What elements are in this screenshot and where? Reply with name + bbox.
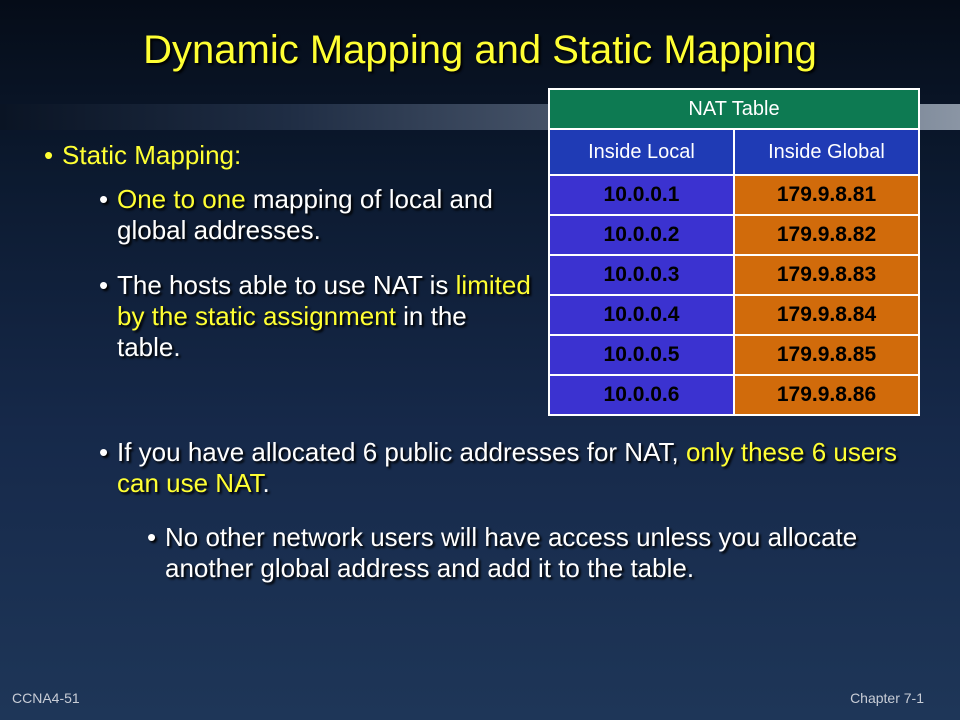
inside-local-cell: 10.0.0.2 <box>548 214 735 256</box>
nat-table-title: NAT Table <box>548 88 920 130</box>
table-row: 10.0.0.2 179.9.8.82 <box>548 214 920 256</box>
inside-global-cell: 179.9.8.85 <box>733 334 920 376</box>
bullet-text: Static Mapping: <box>62 140 242 170</box>
bullet-highlight: One to one <box>117 184 246 214</box>
bullet-six-public-addresses: • If you have allocated 6 public address… <box>99 437 917 499</box>
table-row: 10.0.0.3 179.9.8.83 <box>548 254 920 296</box>
inside-global-cell: 179.9.8.86 <box>733 374 920 416</box>
bullet-dot: • <box>147 522 157 552</box>
slide-title: Dynamic Mapping and Static Mapping <box>143 28 817 72</box>
inside-global-cell: 179.9.8.82 <box>733 214 920 256</box>
bullet-static-mapping: • Static Mapping: <box>44 140 482 171</box>
table-row: 10.0.0.6 179.9.8.86 <box>548 374 920 416</box>
nat-table: NAT Table Inside Local Inside Global 10.… <box>548 88 920 416</box>
table-row: 10.0.0.1 179.9.8.81 <box>548 174 920 216</box>
nat-header-inside-global: Inside Global <box>733 128 920 176</box>
table-row: 10.0.0.4 179.9.8.84 <box>548 294 920 336</box>
inside-local-cell: 10.0.0.3 <box>548 254 735 296</box>
bullet-dot: • <box>99 270 109 300</box>
bullet-no-other-users: • No other network users will have acces… <box>147 522 925 584</box>
table-row: 10.0.0.5 179.9.8.85 <box>548 334 920 376</box>
bullet-one-to-one: • One to one mapping of local and global… <box>99 184 537 246</box>
bullet-text: No other network users will have access … <box>165 522 858 583</box>
inside-local-cell: 10.0.0.5 <box>548 334 735 376</box>
bullet-text-start: The hosts able to use NAT is <box>117 270 456 300</box>
bullet-text-start: If you have allocated 6 public addresses… <box>117 437 686 467</box>
inside-global-cell: 179.9.8.81 <box>733 174 920 216</box>
bullet-dot: • <box>44 140 54 170</box>
footer-course-code: CCNA4-51 <box>12 690 80 706</box>
nat-header-inside-local: Inside Local <box>548 128 735 176</box>
bullet-text: . <box>262 468 270 498</box>
inside-global-cell: 179.9.8.84 <box>733 294 920 336</box>
inside-local-cell: 10.0.0.6 <box>548 374 735 416</box>
inside-local-cell: 10.0.0.1 <box>548 174 735 216</box>
inside-local-cell: 10.0.0.4 <box>548 294 735 336</box>
bullet-dot: • <box>99 184 109 214</box>
bullet-dot: • <box>99 437 109 467</box>
footer-chapter: Chapter 7-1 <box>850 690 924 706</box>
inside-global-cell: 179.9.8.83 <box>733 254 920 296</box>
slide: Dynamic Mapping and Static Mapping • Sta… <box>0 0 960 720</box>
bullet-hosts-limited: • The hosts able to use NAT is limited b… <box>99 270 537 363</box>
